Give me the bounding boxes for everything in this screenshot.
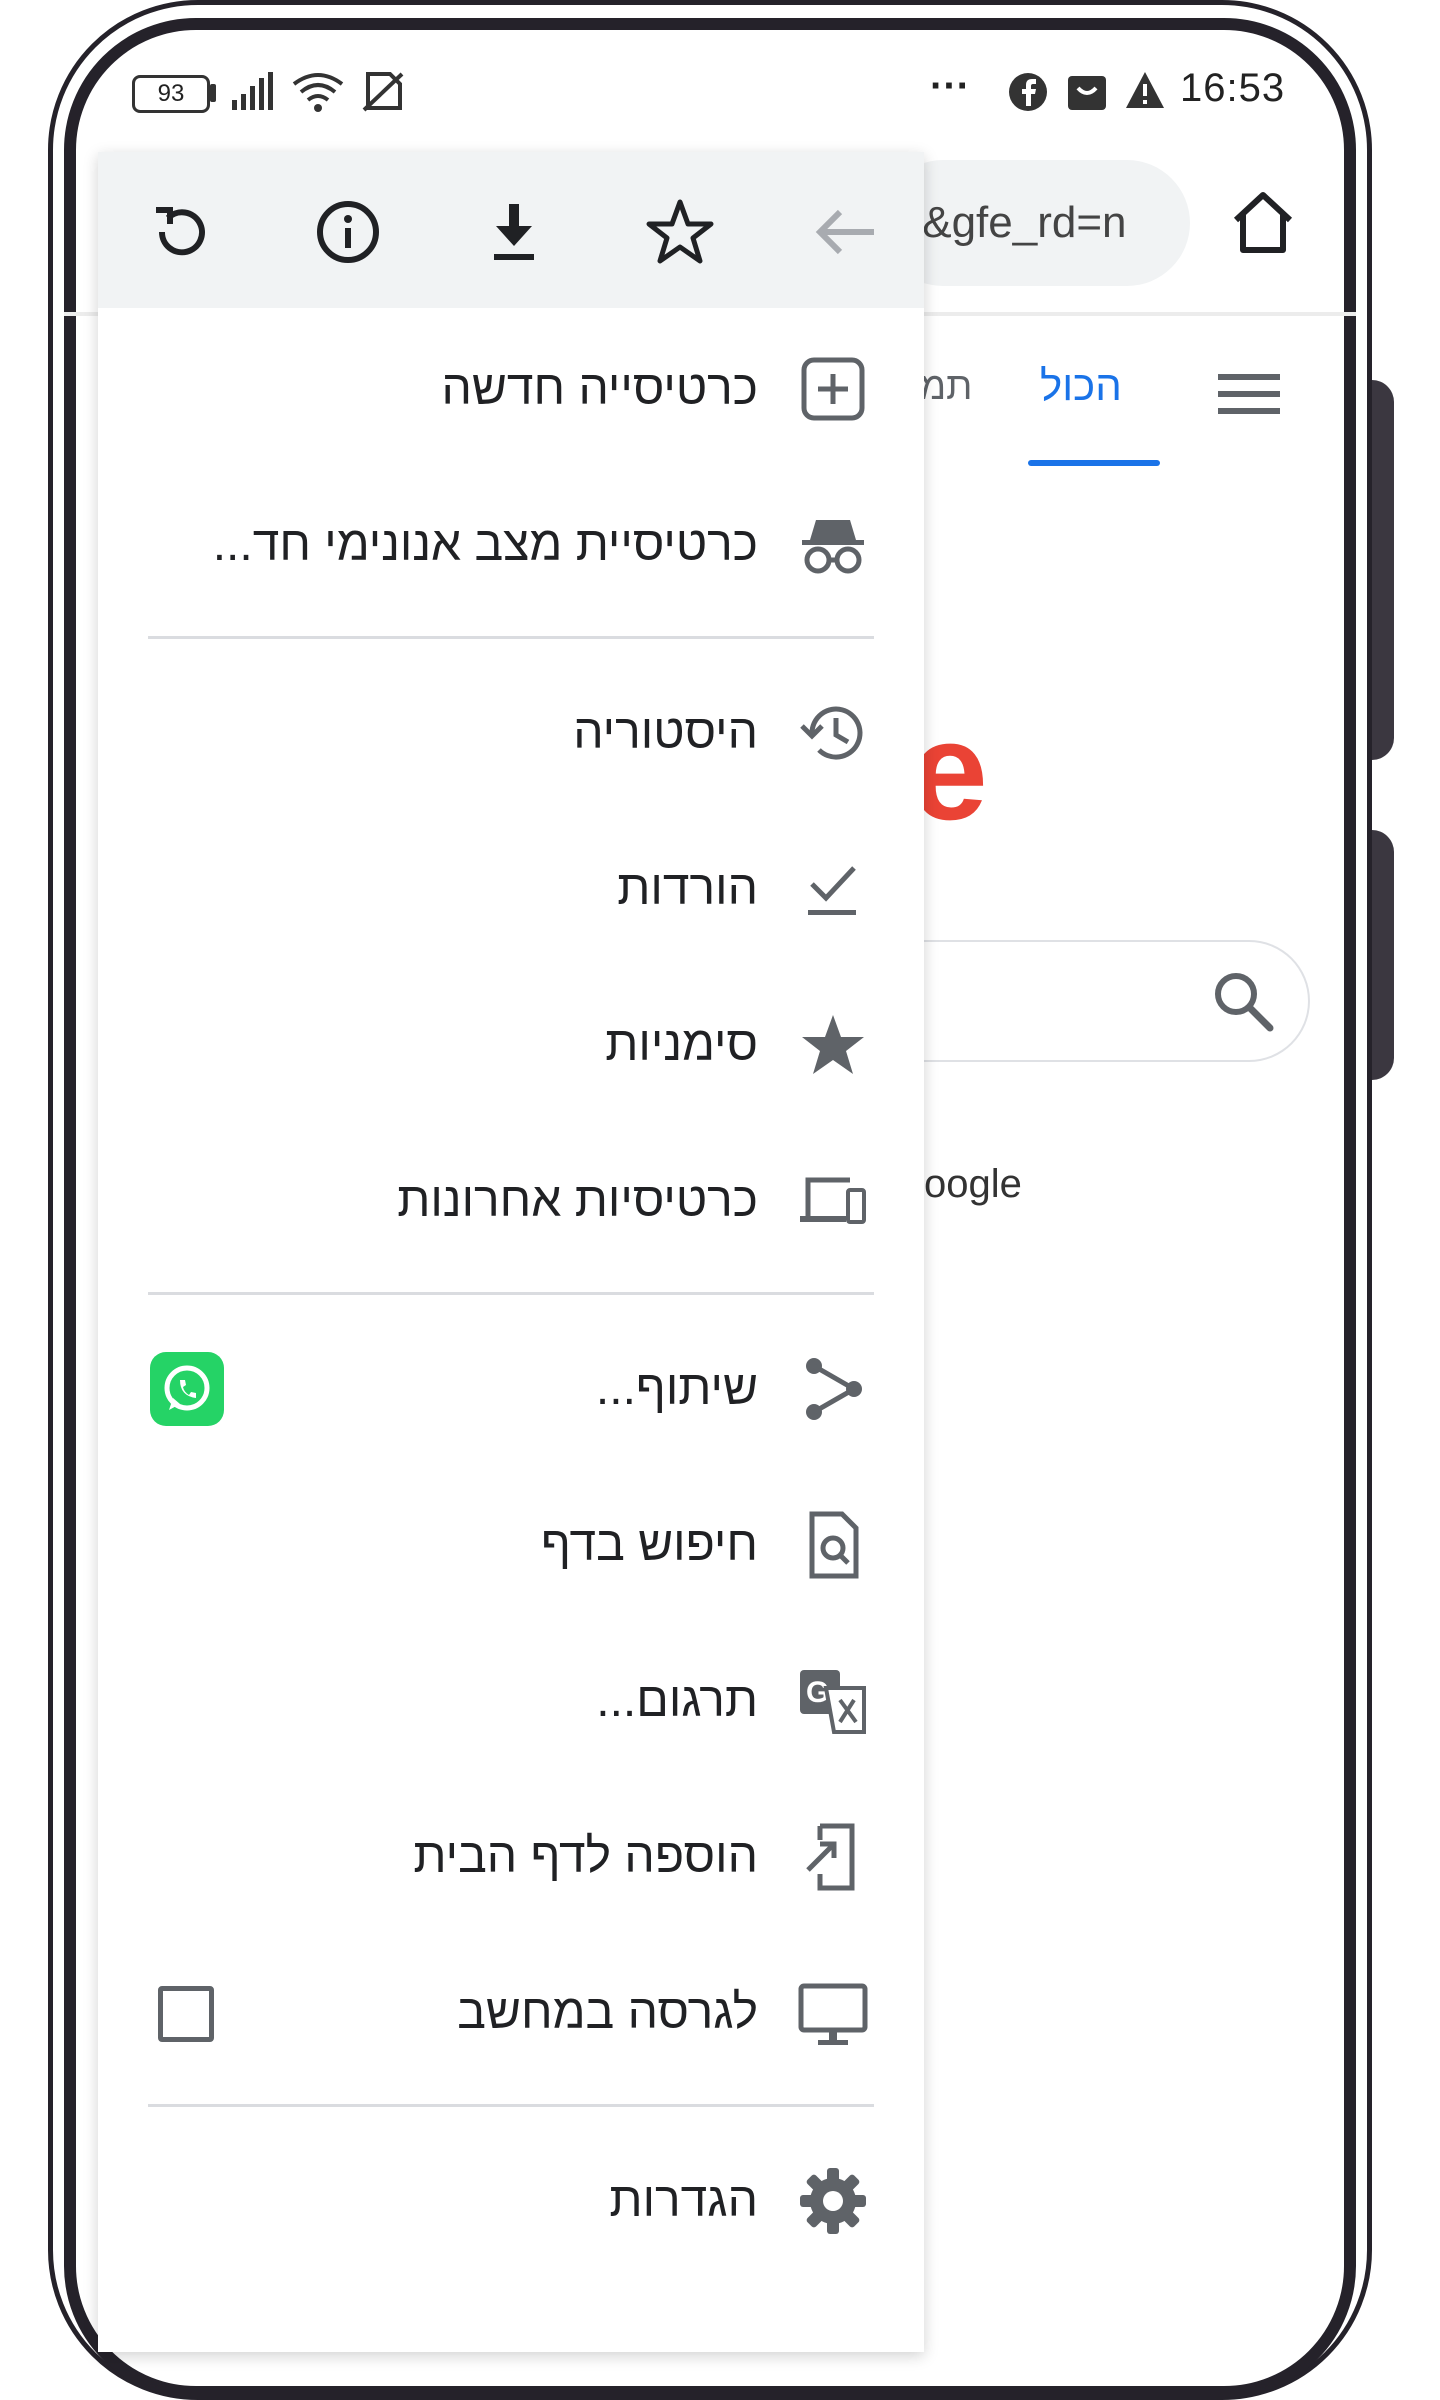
tab-all[interactable]: הכול bbox=[1040, 362, 1122, 410]
menu-item-label: חיפוש בדף bbox=[540, 1518, 758, 1571]
info-icon[interactable] bbox=[308, 192, 388, 272]
menu-item-label: הורדות bbox=[617, 862, 758, 915]
menu-item-label: לגרסה במחשב bbox=[457, 1986, 758, 2039]
menu-item-find-in-page[interactable]: חיפוש בדף bbox=[98, 1470, 924, 1620]
menu-item-label: כרטיסיות אחרונות bbox=[397, 1174, 758, 1227]
share-icon bbox=[806, 1358, 862, 1420]
menu-item-desktop-site[interactable]: לגרסה במחשב bbox=[98, 1938, 924, 2088]
menu-item-new-tab[interactable]: כרטיסייה חדשה bbox=[98, 314, 924, 464]
star-outline-icon[interactable] bbox=[640, 192, 720, 272]
home-icon[interactable] bbox=[1230, 190, 1296, 254]
warning-icon bbox=[1126, 72, 1164, 108]
menu-item-label: סימניות bbox=[605, 1018, 758, 1071]
desktop-site-checkbox[interactable] bbox=[158, 1986, 214, 2042]
menu-item-add-to-home[interactable]: הוספה לדף הבית bbox=[98, 1782, 924, 1932]
menu-item-bookmarks[interactable]: סימניות bbox=[98, 970, 924, 1120]
incognito-icon bbox=[802, 520, 864, 574]
wifi-icon bbox=[292, 73, 344, 112]
facebook-icon bbox=[1009, 73, 1047, 111]
menu-divider bbox=[148, 2104, 874, 2107]
new-tab-icon bbox=[801, 357, 865, 421]
whatsapp-icon[interactable] bbox=[150, 1352, 224, 1426]
download-icon[interactable] bbox=[474, 192, 554, 272]
bookmark-star-icon bbox=[802, 1015, 864, 1074]
refresh-icon[interactable] bbox=[142, 192, 222, 272]
menu-item-label: כרטיסיית מצב אנונימי חד... bbox=[212, 518, 758, 571]
find-in-page-icon bbox=[809, 1511, 859, 1579]
menu-item-label: היסטוריה bbox=[573, 706, 758, 759]
menu-item-label: הוספה לדף הבית bbox=[413, 1830, 758, 1883]
hamburger-menu-icon[interactable] bbox=[1218, 372, 1280, 416]
address-bar-text: /&gfe_rd=n bbox=[910, 198, 1127, 247]
menu-divider bbox=[148, 636, 874, 639]
phone-side-button-lower bbox=[1372, 830, 1394, 1080]
desktop-icon bbox=[798, 1983, 868, 2045]
translate-icon: G bbox=[800, 1670, 866, 1734]
footer-google-text: oogle bbox=[924, 1162, 1022, 1206]
shopping-bag-icon bbox=[1068, 76, 1106, 110]
menu-divider bbox=[148, 1292, 874, 1295]
menu-item-incognito-tab[interactable]: כרטיסיית מצב אנונימי חד... bbox=[98, 470, 924, 620]
search-icon[interactable] bbox=[1212, 970, 1276, 1034]
menu-item-history[interactable]: היסטוריה bbox=[98, 658, 924, 808]
tab-images[interactable]: תמ bbox=[920, 366, 972, 409]
status-time: 16:53 bbox=[1180, 66, 1286, 110]
menu-item-label: תרגום... bbox=[596, 1674, 758, 1727]
battery-nub bbox=[210, 84, 216, 102]
menu-item-downloads[interactable]: הורדות bbox=[98, 814, 924, 964]
more-notifications-icon: ··· bbox=[930, 64, 970, 108]
no-sim-icon bbox=[362, 72, 404, 112]
menu-item-label: הגדרות bbox=[609, 2174, 758, 2227]
recent-tabs-icon bbox=[800, 1177, 866, 1224]
menu-item-translate[interactable]: תרגום... G bbox=[98, 1626, 924, 1776]
settings-icon bbox=[800, 2168, 866, 2234]
tab-all-active-indicator bbox=[1028, 460, 1160, 466]
battery-indicator: 93 bbox=[132, 75, 210, 113]
menu-item-label: שיתוף... bbox=[595, 1362, 758, 1415]
menu-item-label: כרטיסייה חדשה bbox=[441, 362, 758, 415]
phone-side-button-upper bbox=[1372, 380, 1394, 760]
add-to-home-icon bbox=[806, 1823, 855, 1891]
menu-item-recent-tabs[interactable]: כרטיסיות אחרונות bbox=[98, 1126, 924, 1276]
back-arrow-icon bbox=[815, 209, 874, 255]
history-icon bbox=[800, 706, 863, 760]
downloads-check-icon bbox=[808, 866, 856, 915]
signal-icon bbox=[232, 72, 273, 110]
menu-item-settings[interactable]: הגדרות bbox=[98, 2126, 924, 2276]
menu-item-share[interactable]: שיתוף... bbox=[98, 1314, 924, 1464]
